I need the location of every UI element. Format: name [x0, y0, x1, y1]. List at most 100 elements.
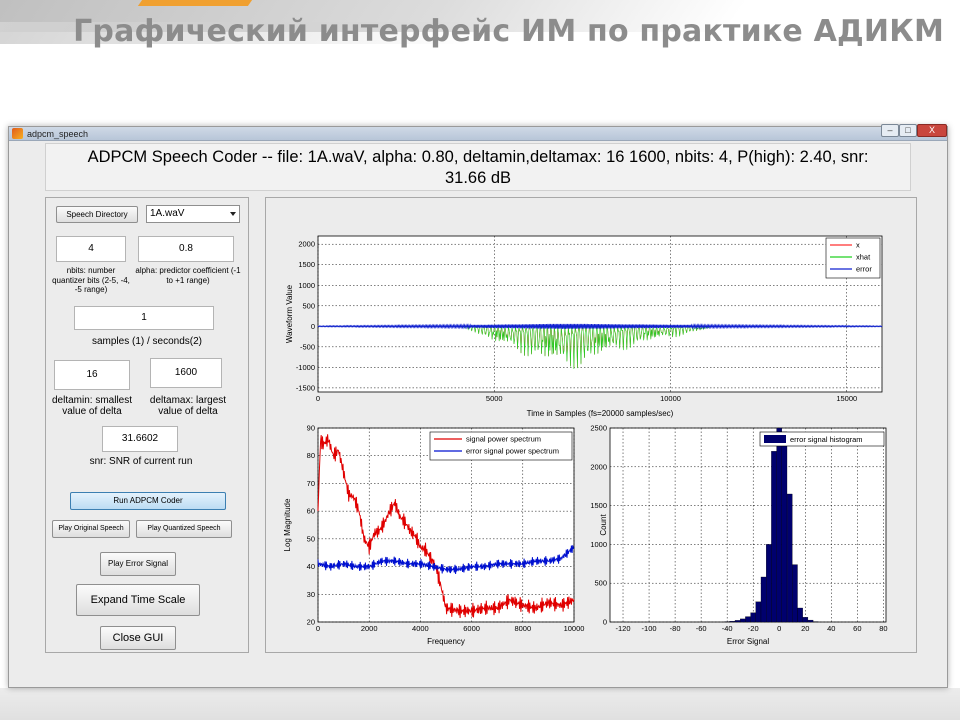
nbits-input[interactable]: 4 [56, 236, 126, 262]
histogram-xtick-label: 80 [879, 624, 887, 633]
histogram-bar [807, 619, 814, 623]
waveform-ytick-label: -1500 [296, 383, 315, 392]
legend-swatch [764, 435, 786, 443]
deltamin-label: deltamin: smallest value of delta [51, 395, 133, 417]
histogram-ytick-label: 0 [603, 618, 607, 627]
spectrum-xtick-label: 0 [316, 624, 320, 633]
minimize-button[interactable]: – [881, 124, 899, 137]
chevron-down-icon [230, 212, 236, 216]
histogram-xtick-label: -60 [696, 624, 707, 633]
spectrum-xlabel: Frequency [427, 637, 465, 646]
waveform-ytick-label: 0 [311, 322, 315, 331]
histogram-xtick-label: -100 [642, 624, 657, 633]
samples-input[interactable]: 1 [74, 306, 214, 330]
spectrum-ytick-label: 80 [307, 451, 315, 460]
spectrum-plot: 0 2000 4000 6000 8000 10000 20 30 40 50 60 70 80 90 F… [283, 424, 584, 647]
deltamin-input[interactable]: 16 [54, 360, 130, 390]
alpha-input[interactable]: 0.8 [138, 236, 234, 262]
legend-label: x [856, 241, 860, 250]
histogram-axes [609, 427, 887, 623]
histogram-xtick-label: -40 [722, 624, 733, 633]
histogram-ytick-label: 2000 [590, 462, 607, 471]
histogram-bar [750, 612, 756, 623]
waveform-xtick-label: 10000 [660, 394, 681, 403]
spectrum-ytick-label: 30 [307, 590, 315, 599]
status-header: ADPCM Speech Coder -- file: 1A.waV, alph… [45, 143, 911, 191]
waveform-ytick-label: 500 [302, 301, 315, 310]
histogram-bar [786, 493, 793, 623]
waveform-xtick-label: 15000 [836, 394, 857, 403]
speech-directory-button[interactable]: Speech Directory [56, 206, 138, 223]
spectrum-legend: signal power spectrum error signal power … [429, 431, 573, 461]
histogram-xtick-label: 0 [777, 624, 781, 633]
spectrum-ytick-label: 60 [307, 507, 315, 516]
legend-label: error signal power spectrum [466, 447, 559, 456]
control-panel: Speech Directory 1A.waV 4 0.8 nbits: num… [45, 197, 249, 653]
waveform-xtick-label: 5000 [486, 394, 503, 403]
histogram-bar [766, 544, 772, 623]
spectrum-ytick-label: 90 [307, 424, 315, 433]
histogram-bar [760, 576, 767, 623]
legend-label: error [856, 265, 872, 274]
slide-bottom-band [0, 688, 960, 720]
deltamax-input[interactable]: 1600 [150, 358, 222, 388]
play-original-button[interactable]: Play Original Speech [52, 520, 130, 538]
window-titlebar[interactable]: adpcm_speech – □ X [9, 124, 947, 141]
spectrum-ylabel: Log Magnitude [283, 498, 292, 551]
histogram-xtick-label: -20 [748, 624, 759, 633]
histogram-bar [776, 427, 782, 623]
run-adpcm-button[interactable]: Run ADPCM Coder [70, 492, 226, 510]
waveform-ytick-label: 1000 [298, 281, 315, 290]
deltamax-label: deltamax: largest value of delta [149, 395, 227, 417]
legend-label: xhat [856, 253, 871, 262]
histogram-bar [729, 621, 736, 623]
close-gui-button[interactable]: Close GUI [100, 626, 176, 650]
histogram-bar [734, 620, 741, 623]
waveform-ytick-label: 1500 [298, 260, 315, 269]
legend-label: error signal histogram [790, 435, 863, 444]
status-line-1: ADPCM Speech Coder -- file: 1A.waV, alph… [87, 148, 869, 166]
spectrum-xtick-label: 8000 [514, 624, 531, 633]
spectrum-xtick-label: 6000 [463, 624, 480, 633]
waveform-plot: 0 5000 10000 15000 -1500 -1000 -500 0 500 1000 150… [285, 235, 883, 418]
waveform-axes [317, 235, 883, 393]
histogram-xlabel: Error Signal [727, 637, 769, 646]
close-window-button[interactable]: X [917, 124, 947, 137]
samples-label: samples (1) / seconds(2) [91, 336, 203, 347]
waveform-xlabel: Time in Samples (fs=20000 samples/sec) [527, 409, 674, 418]
histogram-bar [792, 564, 798, 623]
histogram-xtick-label: 20 [801, 624, 809, 633]
spectrum-ytick-label: 40 [307, 562, 315, 571]
waveform-legend: x xhat error [825, 237, 881, 279]
alpha-label: alpha: predictor coefficient (-1 to +1 r… [135, 266, 241, 285]
histogram-bar [740, 618, 746, 623]
nbits-label: nbits: number quantizer bits (2-5, -4, -… [52, 266, 130, 294]
histogram-ytick-label: 1500 [590, 501, 607, 510]
expand-time-scale-button[interactable]: Expand Time Scale [76, 584, 200, 616]
histogram-ytick-label: 2500 [590, 424, 607, 433]
slide-title: Графический интерфейс ИМ по практике АДИ… [73, 14, 944, 49]
status-line-2: 31.66 dB [444, 169, 512, 187]
play-quantized-button[interactable]: Play Quantized Speech [136, 520, 232, 538]
histogram-xtick-label: -120 [616, 624, 631, 633]
histogram-plot: -120 -100 -80 -60 -40 -20 0 20 40 60 80 0 500 1000 150… [590, 424, 887, 647]
histogram-xtick-label: -80 [670, 624, 681, 633]
spectrum-xtick-label: 4000 [412, 624, 429, 633]
spectrum-xtick-label: 2000 [361, 624, 378, 633]
waveform-xtick-label: 0 [316, 394, 320, 403]
file-select[interactable]: 1A.waV [146, 205, 240, 223]
plots-canvas: 0 5000 10000 15000-1500-1000-50005001000150… [283, 235, 888, 647]
histogram-bar [781, 431, 788, 623]
spectrum-ytick-label: 70 [307, 479, 315, 488]
histogram-ylabel: Count [599, 514, 608, 536]
waveform-ylabel: Waveform Value [285, 284, 294, 343]
histogram-bar [755, 601, 762, 623]
maximize-button[interactable]: □ [899, 124, 917, 137]
histogram-ytick-label: 500 [594, 579, 607, 588]
matlab-icon [12, 128, 23, 139]
snr-label: snr: SNR of current run [89, 456, 193, 467]
waveform-ytick-label: -1000 [296, 363, 315, 372]
histogram-legend: error signal histogram [759, 431, 885, 447]
histogram-bar [771, 451, 777, 623]
play-error-button[interactable]: Play Error Signal [100, 552, 176, 576]
